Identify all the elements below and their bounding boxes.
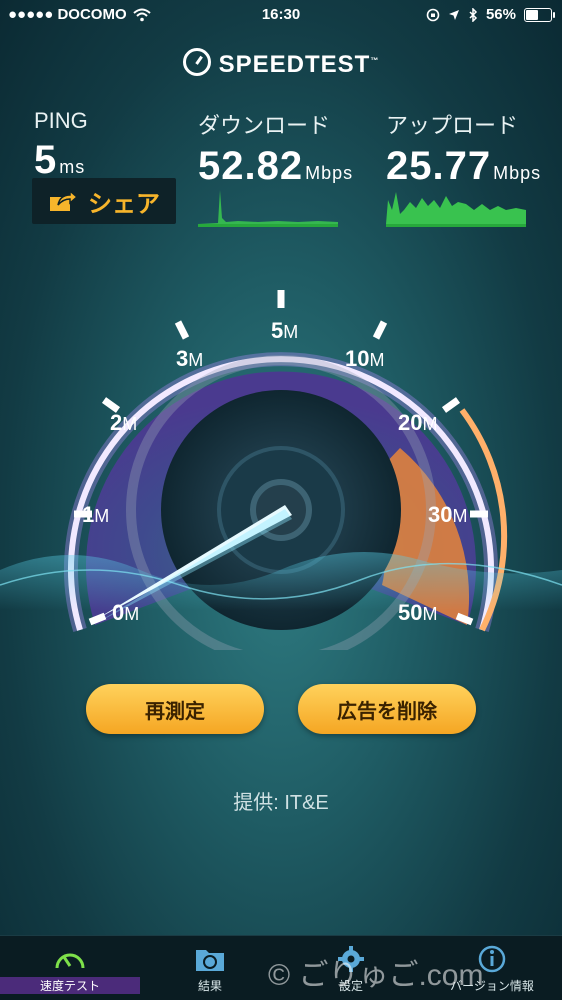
battery-icon	[524, 7, 555, 22]
share-button[interactable]: シェア	[32, 178, 176, 224]
remove-ads-button[interactable]: 広告を削除	[298, 684, 476, 734]
tick-label: 30M	[428, 502, 467, 527]
retest-button[interactable]: 再測定	[86, 684, 264, 734]
tick-label: 3M	[176, 346, 203, 371]
ping-stat: PING 5 ms	[34, 108, 88, 183]
tab-speed-test[interactable]: 速度テスト	[0, 936, 140, 1000]
tick-label: 2M	[110, 410, 137, 435]
tick-label: 10M	[345, 346, 384, 371]
download-stat: ダウンロード 52.82 Mbps	[198, 108, 353, 189]
ping-unit: ms	[59, 157, 86, 177]
ping-value: 5	[34, 138, 58, 182]
gauge-icon	[55, 953, 85, 969]
download-sparkline	[198, 190, 338, 227]
share-label: シェア	[88, 190, 160, 218]
tick-label: 5M	[271, 318, 298, 343]
app-logo: SPEEDTEST™	[0, 48, 562, 79]
rotation-lock-icon	[426, 8, 440, 21]
tab-results[interactable]: 結果	[140, 936, 280, 1000]
location-icon	[448, 9, 459, 20]
status-bar: ●●●●● DOCOMO 16:30 56%	[0, 0, 562, 30]
tick-label: 0M	[112, 600, 139, 625]
tick-label: 1M	[82, 502, 109, 527]
speed-gauge: 0M 1M 2M 3M 5M 10M 20M 30M 50M	[0, 290, 562, 650]
app-title: SPEEDTEST	[218, 51, 371, 78]
status-right: 56%	[426, 6, 555, 23]
tab-label: 結果	[197, 979, 222, 993]
upload-label: アップロード	[386, 113, 519, 138]
tick-label: 50M	[398, 600, 437, 625]
battery-percent: 56%	[485, 6, 516, 23]
tick-label: 20M	[398, 410, 437, 435]
upload-sparkline	[386, 192, 526, 227]
download-label: ダウンロード	[198, 113, 331, 138]
folder-gauge-icon	[196, 950, 224, 971]
provider-label: 提供: IT&E	[233, 792, 329, 814]
speedometer-icon	[182, 48, 211, 76]
upload-stat: アップロード 25.77 Mbps	[386, 108, 541, 189]
tab-label: 速度テスト	[0, 977, 140, 994]
watermark: © ごりゅご.com	[268, 959, 484, 992]
ping-label: PING	[34, 108, 88, 133]
bluetooth-icon	[469, 7, 478, 22]
share-icon	[50, 189, 78, 211]
